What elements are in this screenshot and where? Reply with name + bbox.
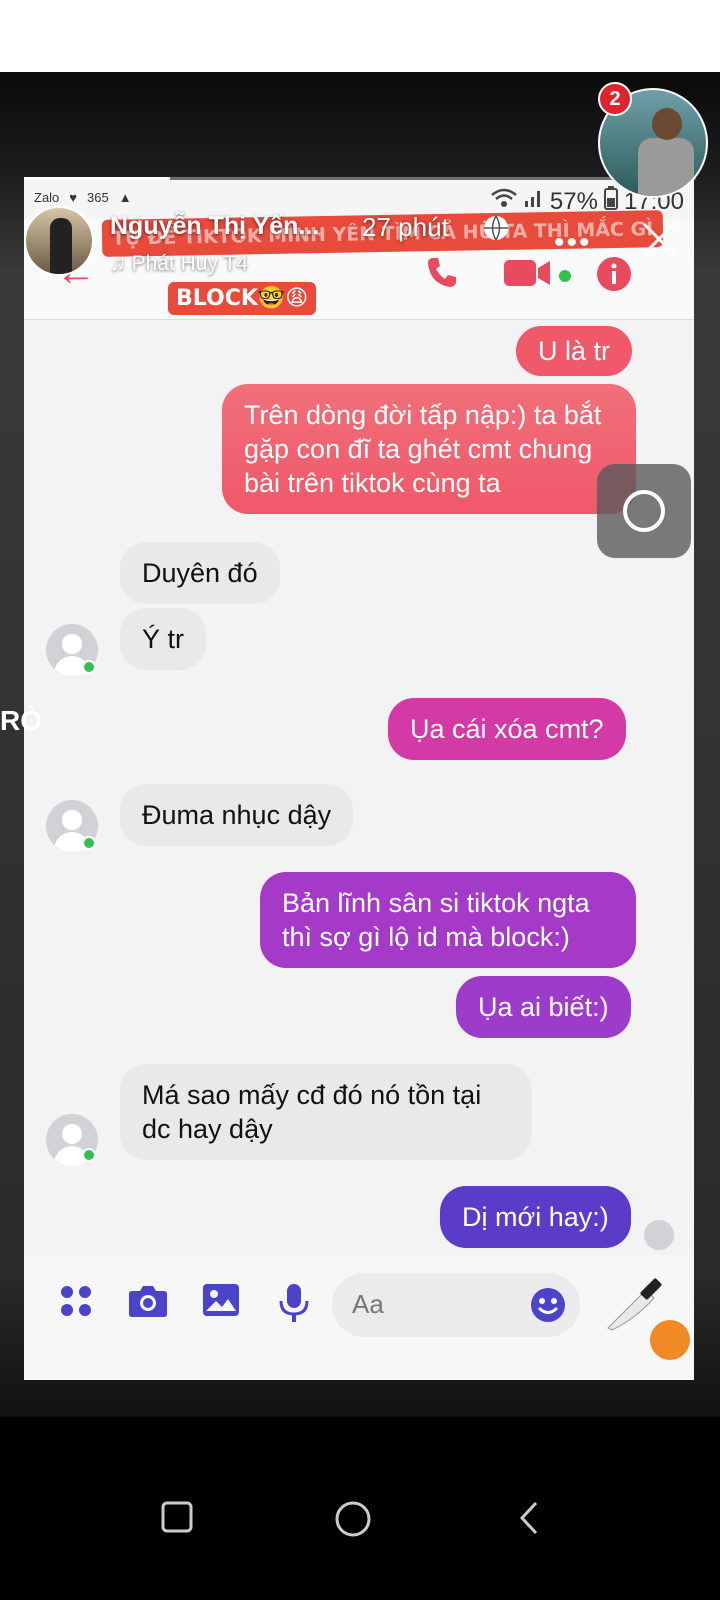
story-music-label: Phát Huy T4 (131, 252, 248, 275)
chat-screenshot: Zalo ♥ 365 ▲ 57% 17:00 ← U là tr Trên dò… (24, 180, 694, 1380)
heart-icon: ♥ (69, 190, 78, 205)
story-author-avatar[interactable] (24, 206, 94, 276)
message-bubble-outgoing[interactable]: Trên dòng đời tấp nập:) ta bắt gặp con đ… (222, 384, 636, 514)
message-bubble-incoming[interactable]: Duyên đó (120, 542, 280, 604)
message-text: Ụa ai biết:) (478, 992, 609, 1022)
wifi-icon (490, 187, 518, 216)
phone-icon[interactable] (424, 254, 460, 295)
message-text: Ý tr (142, 624, 185, 654)
online-indicator (559, 270, 571, 282)
message-bubble-outgoing[interactable]: Ụa cái xóa cmt? (388, 698, 626, 760)
side-text: RÒ (0, 705, 42, 736)
share-icon[interactable] (650, 1320, 690, 1360)
message-bubble-incoming[interactable]: Má sao mấy cđ đó nó tồn tại dc hay dậy (120, 1064, 532, 1160)
microphone-icon[interactable] (278, 1283, 310, 1328)
back-icon[interactable] (516, 1500, 542, 1541)
message-text: Ụa cái xóa cmt? (410, 714, 604, 744)
online-indicator (82, 836, 96, 850)
music-note-icon: ♫ (110, 252, 126, 275)
story-music[interactable]: ♫ Phát Huy T4 (110, 252, 248, 276)
info-icon[interactable] (596, 256, 632, 297)
recent-apps-icon[interactable] (160, 1500, 194, 1539)
sticker-line-2: BLOCK🤓😩 (176, 286, 309, 311)
message-text: Dị mới hay:) (462, 1202, 609, 1232)
online-indicator (82, 1148, 96, 1162)
story-time: 27 phút (362, 212, 449, 242)
warning-icon: ▲ (118, 190, 132, 205)
message-input-placeholder: Aa (352, 1289, 384, 1319)
message-bubble-outgoing[interactable]: Bản lĩnh sân si tiktok ngta thì sợ gì lộ… (260, 872, 636, 968)
story-author-name[interactable]: Nguyễn Thị Yến... (110, 212, 319, 241)
message-text: Duyên đó (142, 558, 258, 588)
message-text: Trên dòng đời tấp nập:) ta bắt gặp con đ… (244, 400, 602, 498)
more-options-icon[interactable]: ••• (554, 226, 592, 260)
story-sticker-text-2: BLOCK🤓😩 (168, 282, 317, 315)
record-ring-icon (623, 490, 665, 532)
globe-icon (483, 215, 509, 246)
system-top-area (0, 0, 720, 72)
message-bubble-outgoing[interactable]: Ụa ai biết:) (456, 976, 631, 1038)
message-input[interactable]: Aa (332, 1273, 580, 1337)
online-indicator (82, 660, 96, 674)
message-text: Bản lĩnh sân si tiktok ngta thì sợ gì lộ… (282, 888, 590, 952)
apps-icon[interactable] (58, 1283, 94, 1324)
image-icon[interactable] (202, 1283, 240, 1322)
close-icon[interactable] (640, 220, 678, 263)
screen-record-button[interactable] (597, 464, 691, 558)
message-bubble-outgoing[interactable]: U là tr (516, 326, 633, 376)
notification-badge: 2 (598, 82, 632, 116)
emoji-icon[interactable] (530, 1287, 566, 1328)
home-icon[interactable] (334, 1500, 372, 1543)
message-bubble-incoming[interactable]: Đuma nhục dậy (120, 784, 354, 846)
camera-icon[interactable] (128, 1283, 168, 1324)
message-text: Đuma nhục dậy (142, 800, 332, 830)
message-input-bar: Aa (24, 1255, 694, 1380)
zalo-label: Zalo (34, 190, 60, 205)
count-label: 365 (87, 190, 109, 205)
message-text: Má sao mấy cđ đó nó tồn tại dc hay dậy (142, 1080, 482, 1144)
message-bubble-outgoing[interactable]: Dị mới hay:) (440, 1186, 631, 1248)
video-camera-icon[interactable] (504, 258, 554, 293)
message-bubble-incoming[interactable]: Ý tr (120, 608, 207, 670)
seen-avatar (644, 1220, 674, 1250)
message-text: U là tr (538, 336, 611, 366)
